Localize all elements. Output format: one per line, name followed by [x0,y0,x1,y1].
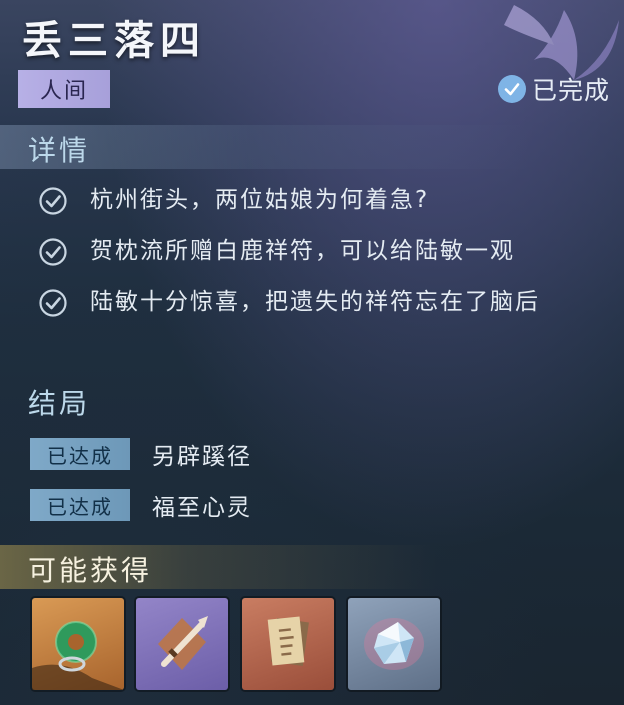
achieved-badge: 已达成 [30,438,130,470]
check-circle-icon [497,75,526,103]
reward-slot-crystal[interactable] [348,598,440,690]
ending-item: 已达成 另辟蹊径 [30,437,252,471]
reward-slot-jade-pendant[interactable] [32,598,124,690]
detail-text: 贺枕流所赠白鹿祥符，可以给陆敏一观 [90,238,515,264]
detail-item: 贺枕流所赠白鹿祥符，可以给陆敏一观 [38,236,614,274]
achieved-badge: 已达成 [30,489,130,521]
details-heading: 详情 [28,134,91,167]
paper-talisman-icon [267,616,309,667]
detail-text: 陆敏十分惊喜，把遗失的祥符忘在了脑后 [90,289,540,315]
detail-text: 杭州街头，两位姑娘为何着急? [90,187,430,213]
ice-crystal-icon [364,618,424,670]
check-circle-icon [39,187,67,215]
reward-slot-talisman[interactable] [242,598,334,690]
quest-title: 丢三落四 [22,17,206,64]
crossed-weapon-icon [158,616,208,670]
completed-label: 已完成 [531,76,610,105]
world-tag: 人间 [18,70,110,108]
check-circle-icon [39,238,67,266]
ending-text: 另辟蹊径 [152,444,252,470]
ending-text: 福至心灵 [152,495,252,521]
jade-pendant-icon [32,621,124,690]
endings-heading: 结局 [28,387,91,420]
ending-item: 已达成 福至心灵 [30,488,252,522]
completed-status: 已完成 [497,70,610,108]
detail-item: 杭州街头，两位姑娘为何着急? [38,185,614,223]
rewards-heading: 可能获得 [28,554,153,587]
check-circle-icon [39,289,67,317]
detail-item: 陆敏十分惊喜，把遗失的祥符忘在了脑后 [38,287,614,325]
reward-slot-weapon[interactable] [136,598,228,690]
details-header-bar [0,125,624,169]
